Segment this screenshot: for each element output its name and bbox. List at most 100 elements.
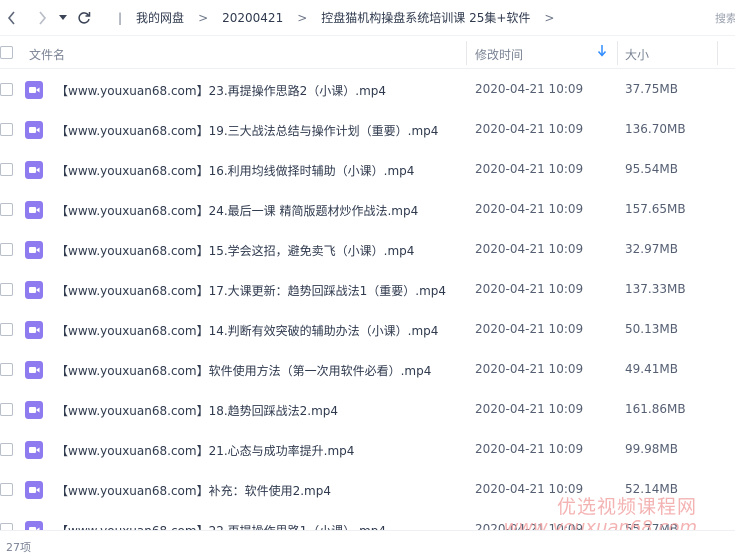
file-size: 37.75MB bbox=[625, 82, 678, 96]
file-checkbox[interactable] bbox=[0, 403, 13, 416]
video-file-icon bbox=[24, 240, 44, 260]
file-modified-time: 2020-04-21 10:09 bbox=[475, 442, 584, 456]
breadcrumb-separator: | bbox=[118, 10, 123, 25]
breadcrumb-separator: > bbox=[297, 10, 308, 25]
file-size: 157.65MB bbox=[625, 202, 686, 216]
column-divider[interactable] bbox=[466, 41, 467, 65]
status-bar: 27项 bbox=[0, 530, 735, 556]
file-name[interactable]: 【www.youxuan68.com】补充：软件使用2.mp4 bbox=[56, 482, 331, 499]
file-modified-time: 2020-04-21 10:09 bbox=[475, 482, 584, 496]
file-checkbox[interactable] bbox=[0, 203, 13, 216]
file-name[interactable]: 【www.youxuan68.com】15.学会这招，避免卖飞（小课）.mp4 bbox=[56, 242, 414, 259]
file-modified-time: 2020-04-21 10:09 bbox=[475, 122, 584, 136]
file-size: 52.14MB bbox=[625, 482, 678, 496]
file-list: 【www.youxuan68.com】23.再提操作思路2（小课）.mp4 202… bbox=[0, 70, 735, 530]
chevron-left-icon bbox=[7, 10, 15, 25]
file-name[interactable]: 【www.youxuan68.com】22.再提操作思路1（小课）.mp4 bbox=[56, 522, 386, 530]
file-checkbox[interactable] bbox=[0, 83, 13, 96]
navigation-bar: | 我的网盘 > 20200421 > 控盘猫机构操盘系统培训课 25集+软件 … bbox=[0, 0, 735, 36]
video-file-icon bbox=[24, 320, 44, 340]
file-modified-time: 2020-04-21 10:09 bbox=[475, 242, 584, 256]
file-checkbox[interactable] bbox=[0, 243, 13, 256]
file-name[interactable]: 【www.youxuan68.com】23.再提操作思路2（小课）.mp4 bbox=[56, 82, 386, 99]
file-modified-time: 2020-04-21 10:09 bbox=[475, 402, 584, 416]
file-name[interactable]: 【www.youxuan68.com】24.最后一课 精简版题材炒作战法.mp4 bbox=[56, 202, 418, 219]
file-checkbox[interactable] bbox=[0, 363, 13, 376]
file-modified-time: 2020-04-21 10:09 bbox=[475, 322, 584, 336]
file-size: 136.70MB bbox=[625, 122, 686, 136]
file-row[interactable]: 【www.youxuan68.com】14.判断有效突破的辅助办法（小课）.mp… bbox=[0, 310, 735, 350]
file-row[interactable]: 【www.youxuan68.com】22.再提操作思路1（小课）.mp4 202… bbox=[0, 510, 735, 530]
file-modified-time: 2020-04-21 10:09 bbox=[475, 522, 584, 530]
column-header-name[interactable]: 文件名 bbox=[29, 46, 65, 63]
file-modified-time: 2020-04-21 10:09 bbox=[475, 282, 584, 296]
file-checkbox[interactable] bbox=[0, 163, 13, 176]
file-size: 137.33MB bbox=[625, 282, 686, 296]
video-file-icon bbox=[24, 160, 44, 180]
back-button[interactable] bbox=[0, 6, 24, 30]
video-file-icon bbox=[24, 360, 44, 380]
file-list-header: 文件名 修改时间 大小 bbox=[0, 37, 735, 69]
file-checkbox[interactable] bbox=[0, 443, 13, 456]
file-name[interactable]: 【www.youxuan68.com】软件使用方法（第一次用软件必看）.mp4 bbox=[56, 362, 431, 379]
video-file-icon bbox=[24, 480, 44, 500]
breadcrumb-item-date-folder[interactable]: 20200421 bbox=[220, 11, 285, 25]
file-name[interactable]: 【www.youxuan68.com】16.利用均线做择时辅助（小课）.mp4 bbox=[56, 162, 414, 179]
file-checkbox[interactable] bbox=[0, 323, 13, 336]
video-file-icon bbox=[24, 200, 44, 220]
breadcrumb: | 我的网盘 > 20200421 > 控盘猫机构操盘系统培训课 25集+软件 … bbox=[106, 9, 566, 26]
file-name[interactable]: 【www.youxuan68.com】14.判断有效突破的辅助办法（小课）.mp… bbox=[56, 322, 438, 339]
file-row[interactable]: 【www.youxuan68.com】软件使用方法（第一次用软件必看）.mp4 2… bbox=[0, 350, 735, 390]
file-row[interactable]: 【www.youxuan68.com】24.最后一课 精简版题材炒作战法.mp4… bbox=[0, 190, 735, 230]
file-checkbox[interactable] bbox=[0, 483, 13, 496]
file-row[interactable]: 【www.youxuan68.com】16.利用均线做择时辅助（小课）.mp4 2… bbox=[0, 150, 735, 190]
video-file-icon bbox=[24, 120, 44, 140]
history-dropdown[interactable] bbox=[56, 6, 70, 30]
breadcrumb-item-root[interactable]: 我的网盘 bbox=[134, 9, 186, 26]
forward-button[interactable] bbox=[30, 6, 54, 30]
video-file-icon bbox=[24, 440, 44, 460]
file-row[interactable]: 【www.youxuan68.com】17.大课更新：趋势回踩战法1（重要）.m… bbox=[0, 270, 735, 310]
file-row[interactable]: 【www.youxuan68.com】15.学会这招，避免卖飞（小课）.mp4 2… bbox=[0, 230, 735, 270]
video-file-icon bbox=[24, 400, 44, 420]
breadcrumb-item-current-folder[interactable]: 控盘猫机构操盘系统培训课 25集+软件 bbox=[319, 9, 532, 26]
video-file-icon bbox=[24, 520, 44, 530]
file-size: 95.54MB bbox=[625, 162, 678, 176]
file-row[interactable]: 【www.youxuan68.com】补充：软件使用2.mp4 2020-04-2… bbox=[0, 470, 735, 510]
file-modified-time: 2020-04-21 10:09 bbox=[475, 82, 584, 96]
file-row[interactable]: 【www.youxuan68.com】18.趋势回踩战法2.mp4 2020-04… bbox=[0, 390, 735, 430]
file-row[interactable]: 【www.youxuan68.com】23.再提操作思路2（小课）.mp4 202… bbox=[0, 70, 735, 110]
file-name[interactable]: 【www.youxuan68.com】21.心态与成功率提升.mp4 bbox=[56, 442, 354, 459]
file-size: 49.41MB bbox=[625, 362, 678, 376]
item-count: 27项 bbox=[6, 541, 31, 554]
video-file-icon bbox=[24, 80, 44, 100]
column-divider[interactable] bbox=[717, 41, 718, 65]
file-checkbox[interactable] bbox=[0, 283, 13, 296]
file-size: 32.97MB bbox=[625, 242, 678, 256]
breadcrumb-separator: > bbox=[544, 10, 555, 25]
column-header-size[interactable]: 大小 bbox=[625, 46, 649, 63]
arrow-down-icon[interactable] bbox=[597, 45, 607, 60]
file-name[interactable]: 【www.youxuan68.com】17.大课更新：趋势回踩战法1（重要）.m… bbox=[56, 282, 446, 299]
file-size: 50.13MB bbox=[625, 322, 678, 336]
file-modified-time: 2020-04-21 10:09 bbox=[475, 202, 584, 216]
caret-down-icon bbox=[59, 14, 67, 20]
column-divider[interactable] bbox=[617, 41, 618, 65]
file-name[interactable]: 【www.youxuan68.com】18.趋势回踩战法2.mp4 bbox=[56, 402, 338, 419]
file-modified-time: 2020-04-21 10:09 bbox=[475, 362, 584, 376]
video-file-icon bbox=[24, 280, 44, 300]
column-header-modified-time[interactable]: 修改时间 bbox=[475, 46, 523, 63]
refresh-icon bbox=[78, 11, 91, 24]
chevron-right-icon bbox=[39, 10, 47, 25]
file-row[interactable]: 【www.youxuan68.com】19.三大战法总结与操作计划（重要）.mp… bbox=[0, 110, 735, 150]
file-checkbox[interactable] bbox=[0, 123, 13, 136]
search-input[interactable]: 搜索 bbox=[715, 10, 735, 26]
refresh-button[interactable] bbox=[72, 6, 96, 30]
file-row[interactable]: 【www.youxuan68.com】21.心态与成功率提升.mp4 2020-0… bbox=[0, 430, 735, 470]
file-checkbox[interactable] bbox=[0, 523, 13, 530]
file-size: 99.98MB bbox=[625, 442, 678, 456]
file-size: 161.86MB bbox=[625, 402, 686, 416]
select-all-checkbox[interactable] bbox=[0, 46, 13, 59]
breadcrumb-separator: > bbox=[198, 10, 209, 25]
file-name[interactable]: 【www.youxuan68.com】19.三大战法总结与操作计划（重要）.mp… bbox=[56, 122, 438, 139]
